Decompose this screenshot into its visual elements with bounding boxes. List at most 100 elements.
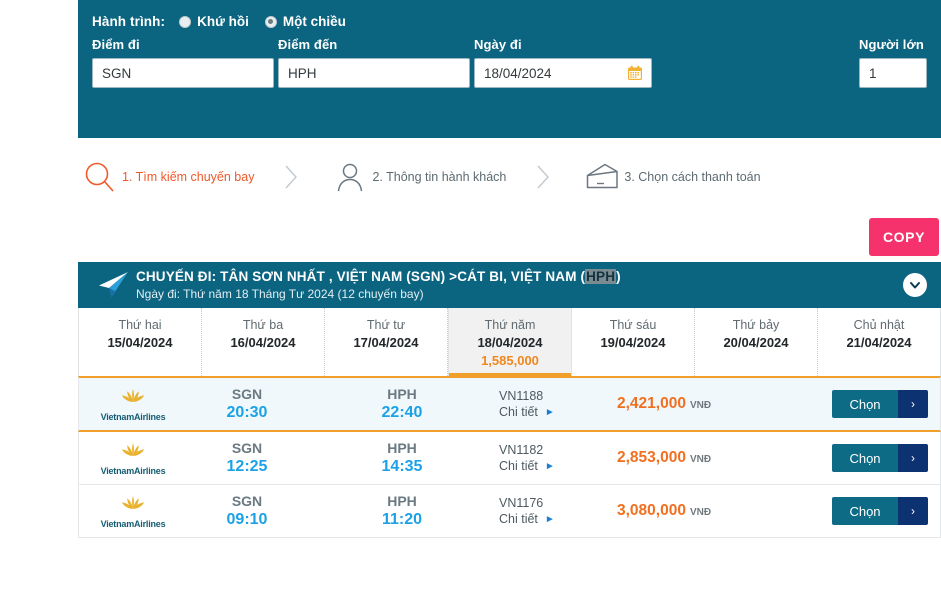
depart-date-value: 18/04/2024 xyxy=(484,66,552,81)
flight-number-cell: VN1182Chi tiết ► xyxy=(497,442,617,475)
adult-count-field: Người lớn 1 xyxy=(859,37,927,88)
chevron-down-icon[interactable] xyxy=(903,273,927,297)
date-tab-date: 18/04/2024 xyxy=(449,334,571,352)
select-flight-button[interactable]: Chọn› xyxy=(832,444,928,472)
date-tab-21/04/2024[interactable]: Chủ nhật21/04/2024 xyxy=(818,308,940,376)
select-flight-button[interactable]: Chọn› xyxy=(832,497,928,525)
select-flight-label: Chọn xyxy=(832,497,898,525)
chevron-right-icon: › xyxy=(898,497,928,525)
chevron-right-icon-2 xyxy=(506,162,580,192)
select-cell: Chọn› xyxy=(812,444,940,472)
flight-number: VN1182 xyxy=(499,442,617,458)
flight-search-panel: Hành trình: Khứ hồi Một chiều Điểm đi SG… xyxy=(78,0,941,138)
departure-time: 09:10 xyxy=(187,510,307,530)
step-search-flight[interactable]: 1. Tìm kiếm chuyến bay xyxy=(78,160,254,194)
flight-number-cell: VN1176Chi tiết► xyxy=(497,495,617,528)
airline-name: VietnamAirlines xyxy=(101,466,166,476)
arrival-airport-code: HPH xyxy=(307,385,497,403)
flight-route-title-suffix: ) xyxy=(616,269,621,284)
triangle-right-icon: ► xyxy=(545,458,555,475)
date-tab-17/04/2024[interactable]: Thứ tư17/04/2024 xyxy=(325,308,448,376)
lotus-icon xyxy=(118,494,148,518)
radio-round-trip-label: Khứ hồi xyxy=(197,14,249,29)
origin-field: Điểm đi SGN xyxy=(92,37,274,88)
radio-one-way-dot[interactable] xyxy=(265,16,277,28)
flight-row[interactable]: VietnamAirlines SGN09:10HPH11:20VN1176Chi… xyxy=(78,485,941,538)
flight-route-destination-highlight: HPH xyxy=(585,269,616,284)
flight-detail-link[interactable]: Chi tiết► xyxy=(499,511,617,528)
departure-airport-code: SGN xyxy=(187,439,307,457)
airline-name: VietnamAirlines xyxy=(101,412,166,422)
flight-price: 3,080,000 xyxy=(617,502,686,519)
airline-name: VietnamAirlines xyxy=(101,519,166,529)
step-passenger-info[interactable]: 2. Thông tin hành khách xyxy=(328,160,506,194)
arrival-time: 22:40 xyxy=(307,403,497,423)
booking-page: Hành trình: Khứ hồi Một chiều Điểm đi SG… xyxy=(0,0,941,614)
person-icon xyxy=(328,160,372,194)
flight-detail-label: Chi tiết xyxy=(499,404,538,421)
step-payment-method[interactable]: 3. Chọn cách thanh toán xyxy=(580,161,760,193)
date-tab-price: 1,585,000 xyxy=(449,352,571,370)
date-tab-date: 20/04/2024 xyxy=(695,334,817,352)
price-cell: 2,421,000VNĐ xyxy=(617,395,812,413)
date-tab-15/04/2024[interactable]: Thứ hai15/04/2024 xyxy=(79,308,202,376)
date-tab-19/04/2024[interactable]: Thứ sáu19/04/2024 xyxy=(572,308,695,376)
adult-count-input[interactable]: 1 xyxy=(859,58,927,88)
departure-time: 20:30 xyxy=(187,403,307,423)
flight-number: VN1176 xyxy=(499,495,617,511)
departure-cell: SGN12:25 xyxy=(187,439,307,477)
lotus-icon xyxy=(118,387,148,411)
destination-input[interactable]: HPH xyxy=(278,58,470,88)
radio-round-trip[interactable]: Khứ hồi xyxy=(179,14,249,29)
search-fields: Điểm đi SGN Điểm đến HPH Ngày đi 18/04/2… xyxy=(78,37,941,117)
radio-one-way[interactable]: Một chiều xyxy=(265,14,346,29)
flight-price: 2,853,000 xyxy=(617,449,686,466)
radio-round-trip-dot[interactable] xyxy=(179,16,191,28)
calendar-icon[interactable] xyxy=(627,65,643,81)
date-tab-date: 17/04/2024 xyxy=(325,334,447,352)
select-flight-label: Chọn xyxy=(832,390,898,418)
flight-detail-label: Chi tiết xyxy=(499,458,538,475)
date-tab-day: Thứ ba xyxy=(202,317,324,334)
select-flight-button[interactable]: Chọn› xyxy=(832,390,928,418)
date-tab-date: 21/04/2024 xyxy=(818,334,940,352)
departure-time: 12:25 xyxy=(187,457,307,477)
flight-card-header-text: CHUYẾN ĐI: TÂN SƠN NHẤT , VIỆT NAM (SGN)… xyxy=(136,269,621,302)
arrival-cell: HPH22:40 xyxy=(307,385,497,423)
paper-plane-icon xyxy=(90,270,136,300)
origin-input[interactable]: SGN xyxy=(92,58,274,88)
step-payment-method-label: 3. Chọn cách thanh toán xyxy=(624,170,760,184)
flight-detail-link[interactable]: Chi tiết ► xyxy=(499,458,617,475)
date-tab-16/04/2024[interactable]: Thứ ba16/04/2024 xyxy=(202,308,325,376)
depart-date-field: Ngày đi 18/04/2024 xyxy=(474,37,652,88)
arrival-time: 14:35 xyxy=(307,457,497,477)
departure-cell: SGN20:30 xyxy=(187,385,307,423)
card-icon xyxy=(580,161,624,193)
select-cell: Chọn› xyxy=(812,390,940,418)
radio-one-way-label: Một chiều xyxy=(283,14,346,29)
arrival-airport-code: HPH xyxy=(307,492,497,510)
date-tab-day: Thứ tư xyxy=(325,317,447,334)
step-passenger-info-label: 2. Thông tin hành khách xyxy=(372,170,506,184)
flight-rows: VietnamAirlinesSGN20:30HPH22:40VN1188Chi… xyxy=(78,376,941,538)
origin-label: Điểm đi xyxy=(92,37,274,52)
flight-route-title-prefix: CHUYẾN ĐI: TÂN SƠN NHẤT , VIỆT NAM (SGN)… xyxy=(136,269,585,284)
flight-row[interactable]: VietnamAirlinesSGN12:25HPH14:35VN1182Chi… xyxy=(78,432,941,485)
date-tab-day: Thứ hai xyxy=(79,317,201,334)
flight-detail-link[interactable]: Chi tiết► xyxy=(499,404,617,421)
copy-button[interactable]: COPY xyxy=(869,218,939,256)
date-tab-18/04/2024[interactable]: Thứ năm18/04/20241,585,000 xyxy=(448,308,572,376)
triangle-right-icon: ► xyxy=(545,511,555,528)
departure-airport-code: SGN xyxy=(187,492,307,510)
date-tab-day: Thứ bảy xyxy=(695,317,817,334)
arrival-time: 11:20 xyxy=(307,510,497,530)
flight-card-header: CHUYẾN ĐI: TÂN SƠN NHẤT , VIỆT NAM (SGN)… xyxy=(78,262,941,308)
date-tab-20/04/2024[interactable]: Thứ bảy20/04/2024 xyxy=(695,308,818,376)
chevron-right-icon: › xyxy=(898,444,928,472)
chevron-right-icon: › xyxy=(898,390,928,418)
flight-row[interactable]: VietnamAirlinesSGN20:30HPH22:40VN1188Chi… xyxy=(78,376,941,432)
currency-label: VNĐ xyxy=(690,400,711,411)
date-tab-day: Chủ nhật xyxy=(818,317,940,334)
depart-date-label: Ngày đi xyxy=(474,37,652,52)
depart-date-input[interactable]: 18/04/2024 xyxy=(474,58,652,88)
